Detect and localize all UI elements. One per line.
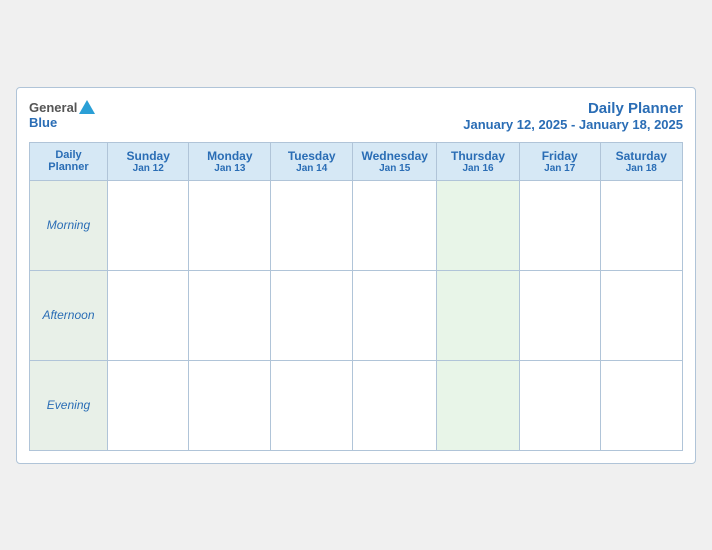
sunday-header: Sunday Jan 12 [107, 142, 189, 180]
afternoon-friday[interactable] [519, 270, 600, 360]
page-title: Daily Planner [463, 100, 683, 117]
evening-friday[interactable] [519, 360, 600, 450]
logo-general: General [29, 100, 77, 115]
date-range: January 12, 2025 - January 18, 2025 [463, 117, 683, 132]
evening-wednesday[interactable] [353, 360, 437, 450]
evening-sunday[interactable] [107, 360, 189, 450]
label-col-header: Daily Planner [30, 142, 108, 180]
morning-wednesday[interactable] [353, 180, 437, 270]
wednesday-header: Wednesday Jan 15 [353, 142, 437, 180]
daily-label: Daily [34, 149, 103, 161]
planner-grid: Daily Planner Sunday Jan 12 Monday Jan 1… [29, 142, 683, 451]
logo-row: General [29, 100, 95, 115]
evening-label: Evening [47, 398, 90, 412]
morning-monday[interactable] [189, 180, 271, 270]
morning-friday[interactable] [519, 180, 600, 270]
saturday-header: Saturday Jan 18 [600, 142, 682, 180]
afternoon-label-cell: Afternoon [30, 270, 108, 360]
tuesday-header: Tuesday Jan 14 [271, 142, 353, 180]
afternoon-tuesday[interactable] [271, 270, 353, 360]
morning-row: Morning [30, 180, 683, 270]
afternoon-label: Afternoon [42, 308, 94, 322]
evening-row: Evening [30, 360, 683, 450]
monday-header: Monday Jan 13 [189, 142, 271, 180]
header-row: Daily Planner Sunday Jan 12 Monday Jan 1… [30, 142, 683, 180]
afternoon-thursday[interactable] [437, 270, 520, 360]
logo-area: General Blue [29, 100, 95, 130]
logo-blue: Blue [29, 115, 57, 130]
afternoon-saturday[interactable] [600, 270, 682, 360]
evening-tuesday[interactable] [271, 360, 353, 450]
title-area: Daily Planner January 12, 2025 - January… [463, 100, 683, 132]
morning-tuesday[interactable] [271, 180, 353, 270]
afternoon-sunday[interactable] [107, 270, 189, 360]
morning-label-cell: Morning [30, 180, 108, 270]
morning-thursday[interactable] [437, 180, 520, 270]
header: General Blue Daily Planner January 12, 2… [29, 100, 683, 132]
evening-label-cell: Evening [30, 360, 108, 450]
planner-label: Planner [34, 161, 103, 173]
morning-sunday[interactable] [107, 180, 189, 270]
evening-monday[interactable] [189, 360, 271, 450]
afternoon-row: Afternoon [30, 270, 683, 360]
afternoon-wednesday[interactable] [353, 270, 437, 360]
morning-saturday[interactable] [600, 180, 682, 270]
friday-header: Friday Jan 17 [519, 142, 600, 180]
planner-container: General Blue Daily Planner January 12, 2… [16, 87, 696, 464]
evening-saturday[interactable] [600, 360, 682, 450]
morning-label: Morning [47, 218, 90, 232]
logo-triangle-icon [79, 100, 95, 114]
evening-thursday[interactable] [437, 360, 520, 450]
afternoon-monday[interactable] [189, 270, 271, 360]
thursday-header: Thursday Jan 16 [437, 142, 520, 180]
